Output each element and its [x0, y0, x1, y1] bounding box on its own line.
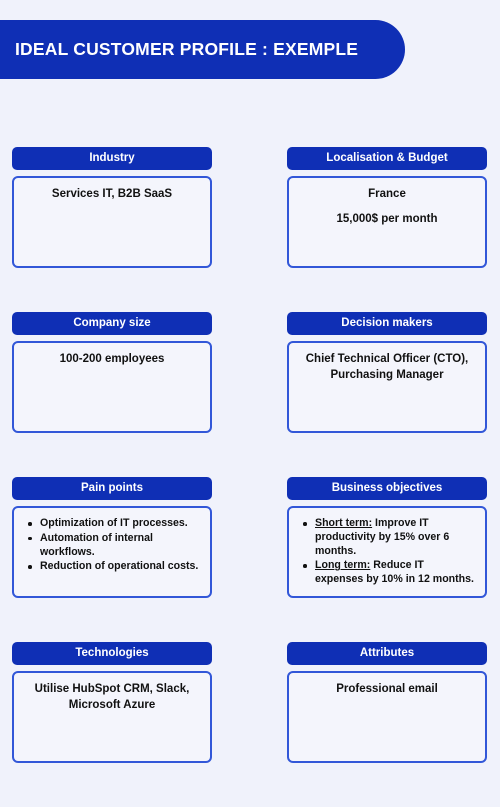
card-row: Company size 100-200 employees Decision …: [0, 312, 500, 477]
page-title: IDEAL CUSTOMER PROFILE : EXEMPLE: [15, 39, 359, 59]
card-header-pain-points: Pain points: [12, 477, 212, 500]
card-decision-makers: Decision makers Chief Technical Officer …: [287, 312, 487, 433]
card-body-localisation-budget: France 15,000$ per month: [287, 176, 487, 268]
list-item: Automation of internal workflows.: [24, 532, 200, 560]
card-line: Services IT, B2B SaaS: [51, 188, 173, 200]
card-body-technologies: Utilise HubSpot CRM, Slack, Microsoft Az…: [12, 671, 212, 763]
card-content-localisation-budget: France 15,000$ per month: [299, 187, 475, 227]
card-title-localisation-budget: Localisation & Budget: [326, 151, 448, 164]
card-title-company-size: Company size: [73, 316, 151, 329]
card-title-decision-makers: Decision makers: [341, 316, 433, 329]
card-line: 100-200 employees: [59, 353, 165, 365]
card-line: Professional email: [336, 683, 438, 695]
list-item-text: Optimization of IT processes.: [40, 517, 188, 529]
list-item-lead: Short term:: [315, 517, 373, 529]
card-body-pain-points: Optimization of IT processes. Automation…: [12, 506, 212, 598]
card-content-business-objectives: Short term: Improve IT productivity by 1…: [299, 517, 475, 587]
card-title-pain-points: Pain points: [81, 481, 143, 494]
card-line: Utilise HubSpot CRM, Slack, Microsoft Az…: [34, 683, 190, 711]
card-content-technologies: Utilise HubSpot CRM, Slack, Microsoft Az…: [24, 682, 200, 713]
list-item: Long term: Reduce IT expenses by 10% in …: [299, 559, 475, 587]
card-line: Chief Technical Officer (CTO), Purchasin…: [305, 353, 469, 381]
card-header-company-size: Company size: [12, 312, 212, 335]
card-content-pain-points: Optimization of IT processes. Automation…: [24, 517, 200, 574]
list-item-text: Automation of internal workflows.: [40, 531, 153, 558]
list-item: Short term: Improve IT productivity by 1…: [299, 517, 475, 558]
card-header-localisation-budget: Localisation & Budget: [287, 147, 487, 170]
card-industry: Industry Services IT, B2B SaaS: [12, 147, 212, 268]
card-content-company-size: 100-200 employees: [24, 352, 200, 368]
card-row: Industry Services IT, B2B SaaS Localisat…: [0, 147, 500, 312]
card-title-business-objectives: Business objectives: [331, 481, 443, 494]
card-body-business-objectives: Short term: Improve IT productivity by 1…: [287, 506, 487, 598]
card-localisation-budget: Localisation & Budget France 15,000$ per…: [287, 147, 487, 268]
card-header-business-objectives: Business objectives: [287, 477, 487, 500]
card-body-attributes: Professional email: [287, 671, 487, 763]
card-content-decision-makers: Chief Technical Officer (CTO), Purchasin…: [299, 352, 475, 383]
card-pain-points: Pain points Optimization of IT processes…: [12, 477, 212, 598]
card-body-decision-makers: Chief Technical Officer (CTO), Purchasin…: [287, 341, 487, 433]
card-body-company-size: 100-200 employees: [12, 341, 212, 433]
card-line: 15,000$ per month: [336, 212, 438, 225]
card-company-size: Company size 100-200 employees: [12, 312, 212, 433]
card-row: Pain points Optimization of IT processes…: [0, 477, 500, 642]
card-line: France: [368, 188, 406, 200]
card-grid: Industry Services IT, B2B SaaS Localisat…: [0, 147, 500, 807]
card-header-attributes: Attributes: [287, 642, 487, 665]
card-title-industry: Industry: [89, 151, 135, 164]
page-title-banner: IDEAL CUSTOMER PROFILE : EXEMPLE: [0, 20, 405, 79]
list-item-text: Reduction of operational costs.: [40, 560, 199, 573]
card-row: Technologies Utilise HubSpot CRM, Slack,…: [0, 642, 500, 807]
card-attributes: Attributes Professional email: [287, 642, 487, 763]
card-technologies: Technologies Utilise HubSpot CRM, Slack,…: [12, 642, 212, 763]
list-item: Reduction of operational costs.: [24, 560, 200, 574]
card-title-attributes: Attributes: [359, 646, 415, 659]
card-title-technologies: Technologies: [75, 646, 149, 659]
card-header-industry: Industry: [12, 147, 212, 170]
list-item: Optimization of IT processes.: [24, 517, 200, 531]
card-business-objectives: Business objectives Short term: Improve …: [287, 477, 487, 598]
card-header-technologies: Technologies: [12, 642, 212, 665]
card-content-attributes: Professional email: [299, 682, 475, 698]
card-content-industry: Services IT, B2B SaaS: [24, 187, 200, 203]
list-item-lead: Long term:: [315, 559, 371, 572]
card-header-decision-makers: Decision makers: [287, 312, 487, 335]
card-body-industry: Services IT, B2B SaaS: [12, 176, 212, 268]
